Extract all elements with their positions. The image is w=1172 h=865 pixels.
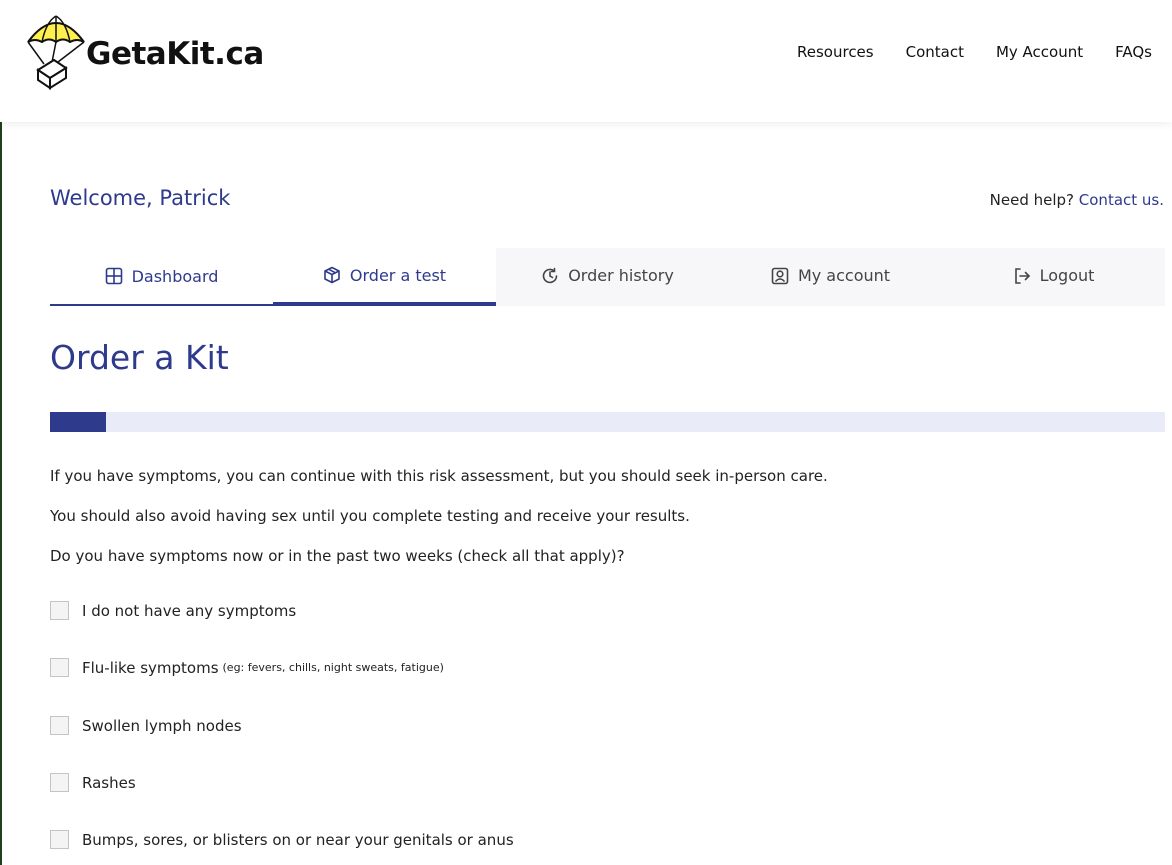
page-title: Order a Kit [50,338,229,377]
intro-text-2: You should also avoid having sex until y… [50,507,690,525]
history-icon [542,267,558,283]
parachute-box-icon [27,15,85,90]
tab-label: Logout [1039,266,1095,285]
checkbox[interactable] [50,658,69,677]
progress-fill [50,412,106,432]
logout-icon [1014,267,1030,284]
help-label: Need help? [989,191,1074,209]
option-label: Rashes [82,773,136,792]
user-icon [771,267,789,284]
contact-us-link[interactable]: Contact us. [1079,191,1164,209]
option-rashes[interactable]: Rashes [50,773,136,792]
option-label: I do not have any symptoms [82,601,297,620]
intro-text-1: If you have symptoms, you can continue w… [50,467,828,485]
window-frame [0,0,1172,865]
site-header: GetaKit.ca Resources Contact My Account … [0,0,1172,122]
tab-label: Order history [568,266,674,285]
checkbox[interactable] [50,601,69,620]
tab-label: My account [797,266,891,285]
option-bumps-sores[interactable]: Bumps, sores, or blisters on or near you… [50,830,514,849]
option-flu-like[interactable]: Flu-like symptoms (eg: fevers, chills, n… [50,658,444,677]
question-text: Do you have symptoms now or in the past … [50,547,625,565]
tab-dashboard[interactable]: Dashboard [50,248,273,306]
checkbox[interactable] [50,830,69,849]
checkbox[interactable] [50,716,69,735]
nav-faqs[interactable]: FAQs [1115,43,1152,61]
tab-logout[interactable]: Logout [942,248,1165,306]
logo-text: GetaKit.ca [86,36,264,72]
tab-my-account[interactable]: My account [719,248,942,306]
option-label: Swollen lymph nodes [82,716,242,735]
nav-resources[interactable]: Resources [797,43,874,61]
grid-icon [105,267,122,285]
nav-contact[interactable]: Contact [906,43,964,61]
option-note: (eg: fevers, chills, night sweats, fatig… [222,661,444,674]
checkbox[interactable] [50,773,69,792]
option-swollen-lymph-nodes[interactable]: Swollen lymph nodes [50,716,242,735]
welcome-message: Welcome, Patrick [50,186,231,210]
box-icon [324,266,340,284]
tab-label: Order a test [349,265,447,285]
site-logo[interactable]: GetaKit.ca [24,12,264,90]
option-no-symptoms[interactable]: I do not have any symptoms [50,601,296,620]
top-nav: Resources Contact My Account FAQs [797,43,1152,61]
tab-label: Dashboard [131,266,219,286]
progress-bar [50,412,1165,432]
account-tabs: Dashboard Order a test Order history My … [50,248,1165,306]
option-label: Bumps, sores, or blisters on or near you… [82,830,514,849]
tab-order-history[interactable]: Order history [496,248,719,306]
tab-order-a-test[interactable]: Order a test [273,248,496,306]
help-text: Need help? Contact us. [990,191,1164,209]
option-label: Flu-like symptoms [82,658,219,677]
nav-my-account[interactable]: My Account [996,43,1083,61]
